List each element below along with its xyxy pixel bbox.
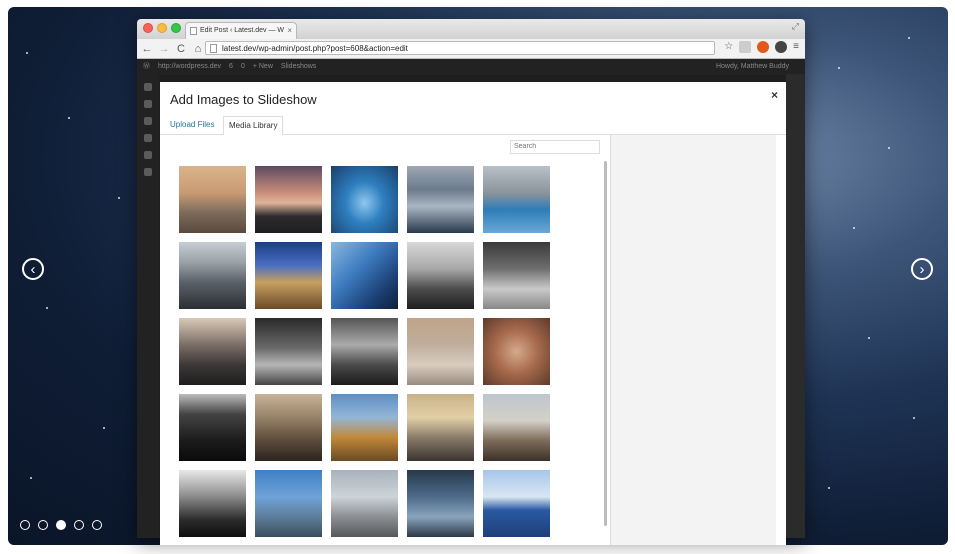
media-icon[interactable] — [144, 117, 152, 125]
admin-bar-new[interactable]: + New — [253, 59, 273, 75]
wp-admin-rightstrip — [786, 74, 805, 538]
back-button[interactable]: ← — [140, 43, 154, 55]
slideshows-icon[interactable] — [144, 168, 152, 176]
admin-bar-site[interactable]: http://wordpress.dev — [158, 59, 221, 75]
modal-tabs: Upload Files Media Library — [160, 114, 786, 136]
attachment-thumbnail[interactable] — [407, 318, 474, 385]
attachment-thumbnail[interactable] — [331, 242, 398, 309]
window-close-button[interactable] — [143, 23, 153, 33]
attachment-thumbnail[interactable] — [179, 318, 246, 385]
admin-bar-slideshows[interactable]: Slideshows — [281, 59, 316, 75]
wp-admin-bar: Ⓦ http://wordpress.dev 6 0 + New Slidesh… — [137, 59, 805, 75]
attachment-thumbnail[interactable] — [407, 470, 474, 537]
attachment-thumbnail[interactable] — [483, 166, 550, 233]
attachment-thumbnail[interactable] — [255, 242, 322, 309]
admin-bar-updates[interactable]: 6 — [229, 59, 233, 75]
reload-icon[interactable]: C — [174, 43, 188, 55]
attachment-thumbnail[interactable] — [331, 394, 398, 461]
pages-icon[interactable] — [144, 134, 152, 142]
tab-media-library[interactable]: Media Library — [223, 116, 284, 136]
attachment-thumbnail[interactable] — [331, 470, 398, 537]
browser-titlebar: Edit Post ‹ Latest.dev — W × ⤢ — [137, 19, 805, 39]
page-icon — [210, 44, 217, 53]
browser-toolbar: ← → C ⌂ latest.dev/wp-admin/post.php?pos… — [137, 39, 805, 59]
slider-prev-button[interactable]: ‹ — [22, 258, 44, 280]
modal-title: Add Images to Slideshow — [170, 92, 317, 107]
attachment-thumbnail[interactable] — [179, 394, 246, 461]
address-bar[interactable]: latest.dev/wp-admin/post.php?post=608&ac… — [205, 41, 715, 55]
attachment-thumbnail[interactable] — [483, 318, 550, 385]
attachment-thumbnail[interactable] — [331, 166, 398, 233]
media-library-panel — [160, 135, 610, 545]
attachment-thumbnail[interactable] — [179, 242, 246, 309]
attachment-thumbnail[interactable] — [179, 166, 246, 233]
attachment-thumbnail[interactable] — [407, 166, 474, 233]
search-input[interactable] — [510, 140, 600, 154]
attachment-thumbnail[interactable] — [483, 470, 550, 537]
extension-orange-icon[interactable] — [757, 41, 770, 53]
attachment-thumbnail[interactable] — [255, 166, 322, 233]
url-text: latest.dev/wp-admin/post.php?post=608&ac… — [222, 44, 408, 53]
page-favicon-icon — [190, 27, 197, 35]
wp-admin-sidebar — [137, 74, 159, 538]
attachment-thumbnail[interactable] — [179, 470, 246, 537]
browser-tab[interactable]: Edit Post ‹ Latest.dev — W × — [185, 22, 297, 39]
slider-pagination — [20, 520, 102, 530]
posts-icon[interactable] — [144, 100, 152, 108]
window-minimize-button[interactable] — [157, 23, 167, 33]
comments-icon[interactable] — [144, 151, 152, 159]
attachment-thumbnail[interactable] — [407, 394, 474, 461]
attachment-thumbnail[interactable] — [255, 318, 322, 385]
admin-bar-comments[interactable]: 0 — [241, 59, 245, 75]
fullscreen-icon[interactable]: ⤢ — [792, 21, 799, 32]
admin-bar-howdy[interactable]: Howdy, Matthew Buddy — [716, 59, 789, 75]
slider-dot-5[interactable] — [92, 520, 102, 530]
extension-icon[interactable] — [739, 41, 752, 53]
chevron-right-icon: › — [919, 261, 925, 278]
attachment-thumbnail[interactable] — [407, 242, 474, 309]
extension-dark-icon[interactable] — [775, 41, 788, 53]
slider-dot-4[interactable] — [74, 520, 84, 530]
attachment-thumbnail[interactable] — [483, 394, 550, 461]
tab-title: Edit Post ‹ Latest.dev — W — [200, 27, 285, 34]
window-zoom-button[interactable] — [171, 23, 181, 33]
attachment-thumbnail[interactable] — [255, 394, 322, 461]
forward-button[interactable]: → — [157, 43, 171, 55]
attachment-thumbnail[interactable] — [483, 242, 550, 309]
menu-icon[interactable]: ≡ — [793, 41, 799, 53]
attachments-grid — [179, 166, 550, 537]
attachment-thumbnail[interactable] — [331, 318, 398, 385]
wp-logo-icon[interactable]: Ⓦ — [143, 59, 150, 75]
star-icon[interactable]: ☆ — [724, 41, 733, 53]
tab-close-icon[interactable]: × — [287, 23, 292, 39]
attachment-thumbnail[interactable] — [255, 470, 322, 537]
chevron-left-icon: ‹ — [30, 261, 36, 278]
slider-dot-1[interactable] — [20, 520, 30, 530]
slider-dot-2[interactable] — [38, 520, 48, 530]
attachment-details-panel — [610, 135, 776, 545]
slider-dot-3[interactable] — [56, 520, 66, 530]
tab-upload-files[interactable]: Upload Files — [165, 116, 219, 134]
library-scrollbar[interactable] — [604, 161, 607, 526]
home-icon[interactable]: ⌂ — [191, 43, 205, 55]
close-icon[interactable]: × — [771, 88, 778, 102]
slider-next-button[interactable]: › — [911, 258, 933, 280]
modal-header: Add Images to Slideshow × — [160, 82, 786, 114]
dashboard-icon[interactable] — [144, 83, 152, 91]
media-modal: Add Images to Slideshow × Upload Files M… — [160, 82, 786, 545]
